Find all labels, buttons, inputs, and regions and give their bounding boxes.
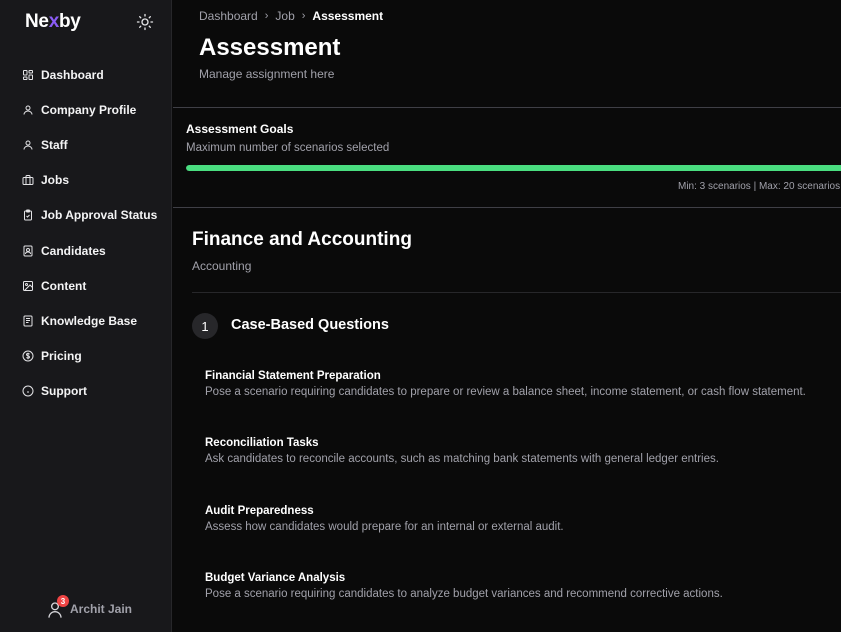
logo-text-suffix: by [58,11,81,32]
question-description: Ask candidates to reconcile accounts, su… [205,453,719,465]
page-title: Assessment [199,34,341,61]
page-subtitle: Manage assignment here [199,67,335,81]
dollar-icon [22,350,34,362]
avatar: 3 [47,595,69,619]
dashboard-icon [23,69,33,80]
notification-badge: 3 [57,595,69,607]
goals-title: Assessment Goals [186,122,294,136]
question-description: Pose a scenario requiring candidates to … [205,386,806,398]
sidebar-item-label: Content [41,278,87,293]
sidebar-item-label: Candidates [41,243,106,258]
info-icon [22,385,34,397]
question-item[interactable]: Budget Variance Analysis Pose a scenario… [205,572,841,600]
logo-text-prefix: Ne [25,11,49,32]
divider [192,292,841,293]
question-item[interactable]: Audit Preparedness Assess how candidates… [205,505,841,533]
chevron-right-icon: › [264,10,269,22]
question-title: Budget Variance Analysis [205,572,346,584]
chevron-right-icon: › [301,10,306,22]
question-title: Reconciliation Tasks [205,437,319,449]
user-icon [23,140,33,150]
logo-text-x: x [48,11,60,32]
divider [173,107,841,108]
question-item[interactable]: Financial Statement Preparation Pose a s… [205,370,841,398]
question-title: Financial Statement Preparation [205,370,381,382]
image-icon [23,280,33,291]
breadcrumb-current: Assessment [312,9,384,23]
theme-toggle-button[interactable] [136,13,154,31]
sidebar-item-company-profile[interactable]: Company Profile [22,92,167,127]
sidebar-item-label: Pricing [41,349,82,364]
sidebar-item-jobs[interactable]: Jobs [22,163,167,198]
question-title: Audit Preparedness [205,505,314,517]
sidebar-item-support[interactable]: Support [22,374,167,409]
sidebar-item-label: Company Profile [41,102,137,117]
question-description: Assess how candidates would prepare for … [205,521,564,533]
sidebar-item-content[interactable]: Content [22,268,167,303]
section-subtitle: Accounting [192,259,252,273]
sun-icon [136,13,154,31]
logo-row: Nexby [25,11,155,35]
goals-subtitle: Maximum number of scenarios selected [186,142,390,154]
sidebar-item-staff[interactable]: Staff [22,127,167,162]
sidebar-item-label: Support [41,384,87,399]
goals-progress-fill [186,165,841,171]
contact-icon [23,245,33,257]
sidebar-item-knowledge-base[interactable]: Knowledge Base [22,303,167,338]
clipboard-check-icon [24,209,32,221]
section-title: Finance and Accounting [192,229,412,250]
user-profile-button[interactable]: 3 Archit Jain [47,595,133,620]
question-item[interactable]: Reconciliation Tasks Ask candidates to r… [205,437,841,465]
sidebar-item-candidates[interactable]: Candidates [22,233,167,268]
breadcrumb: Dashboard › Job › Assessment [199,9,383,23]
sidebar: Nexby Dashboard Company Profile Staff Jo… [0,0,172,632]
scenario-limits: Min: 3 scenarios | Max: 20 scenarios [678,181,841,192]
user-name: Archit Jain [70,602,133,616]
sidebar-item-label: Dashboard [41,67,104,82]
breadcrumb-dashboard[interactable]: Dashboard [199,9,258,23]
breadcrumb-job[interactable]: Job [275,9,294,23]
question-description: Pose a scenario requiring candidates to … [205,588,723,600]
step-title: Case-Based Questions [231,317,389,333]
sidebar-item-label: Jobs [41,173,70,188]
sidebar-item-label: Knowledge Base [41,313,138,328]
briefcase-icon [22,175,34,186]
sidebar-item-label: Staff [41,137,68,152]
sidebar-item-pricing[interactable]: Pricing [22,339,167,374]
sidebar-nav: Dashboard Company Profile Staff Jobs Job… [22,57,167,409]
user-icon [23,105,33,115]
sidebar-item-job-approval-status[interactable]: Job Approval Status [22,198,167,233]
main-content: Dashboard › Job › Assessment Assessment … [173,0,841,632]
step-number: 1 [192,313,218,339]
divider [173,207,841,208]
app-logo[interactable]: Nexby [25,11,81,33]
sidebar-item-label: Job Approval Status [41,208,158,223]
book-icon [23,315,33,327]
sidebar-item-dashboard[interactable]: Dashboard [22,57,167,92]
goals-progress-bar [186,165,841,171]
